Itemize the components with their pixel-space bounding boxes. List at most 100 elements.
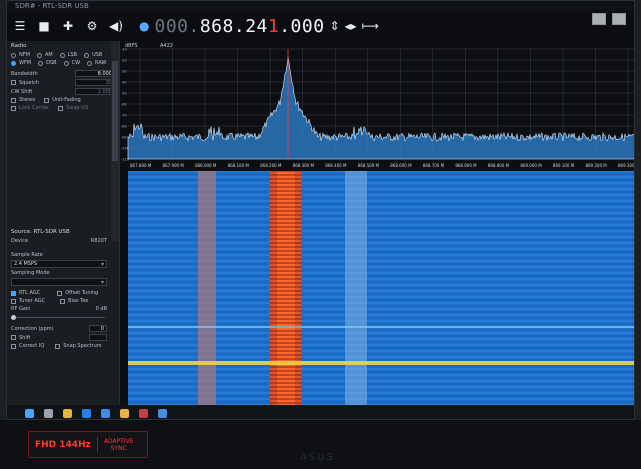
mode-radio-usb[interactable] xyxy=(84,52,90,58)
scrollbar-thumb[interactable] xyxy=(112,61,118,161)
fit-icon[interactable]: ⟼ xyxy=(362,19,379,33)
window-buttons xyxy=(592,13,626,25)
offset-tuning-label: Offset Tuning xyxy=(65,290,99,296)
frequency-value[interactable]: 000.868.241.000 xyxy=(154,16,324,37)
sample-rate-select[interactable]: 2.4 MSPS xyxy=(11,260,107,268)
sample-rate-row: Sample Rate xyxy=(7,251,111,259)
correct-iq-checkbox[interactable] xyxy=(11,343,16,349)
swap-iq-checkbox[interactable] xyxy=(58,105,64,111)
frequency-display[interactable]: ● 000.868.241.000 ⇕ ◂▸ ⟼ xyxy=(139,16,379,37)
cw-shift-input[interactable]: 1.000 xyxy=(75,88,115,95)
device-value: R820T xyxy=(90,238,107,244)
toolbar: ☰ ■ ✚ ⚙ ◀) ● 000.868.241.000 ⇕ ◂▸ ⟼ xyxy=(7,11,634,41)
squelch-input[interactable]: 30 xyxy=(75,79,115,86)
mode-row-2: WFM DSB CW RAW xyxy=(7,59,119,67)
mode-label-wfm: WFM xyxy=(19,60,32,66)
agc-row: RTL AGC Offset Tuning xyxy=(7,289,111,297)
store-icon[interactable] xyxy=(139,408,148,418)
stop-icon[interactable]: ■ xyxy=(37,19,51,33)
unit-fading-checkbox[interactable] xyxy=(44,97,50,103)
rf-gain-knob[interactable] xyxy=(11,315,16,320)
app-icon[interactable] xyxy=(158,408,167,418)
rf-gain-slider[interactable] xyxy=(11,315,107,320)
bias-tee-label: Bias Tee xyxy=(68,298,89,304)
bias-tee-checkbox[interactable] xyxy=(60,298,66,304)
spectrum-x-tick: 869.000 M xyxy=(520,163,542,168)
waterfall-band-left xyxy=(198,171,216,419)
title-bar: SDR# - RTL-SDR USB xyxy=(7,1,634,11)
bandwidth-label: Bandwidth xyxy=(11,70,38,77)
spectrum-x-tick: 868.400 M xyxy=(325,163,347,168)
mode-radio-dsb[interactable] xyxy=(38,60,44,66)
snap-spectrum-checkbox[interactable] xyxy=(55,343,61,349)
spectrum-y-tick: -40 xyxy=(121,81,127,85)
mode-radio-nfm[interactable] xyxy=(11,52,16,58)
mode-radio-am[interactable] xyxy=(36,52,42,58)
swap-iq-label: Swap I/Q xyxy=(66,105,89,111)
correction-row: Correction (ppm) 0 xyxy=(7,324,111,333)
minimize-button[interactable] xyxy=(592,13,606,25)
source-header: Source: RTL-SDR USB xyxy=(11,229,70,235)
settings-icon[interactable]: ⚙ xyxy=(85,19,99,33)
snap-spectrum-label: Snap Spectrum xyxy=(63,343,102,349)
correction-input[interactable]: 0 xyxy=(89,325,107,332)
mode-row-1: NFM AM LSB USB xyxy=(7,51,119,59)
options-row-1: Stereo Unit-Fading xyxy=(7,96,119,104)
search-icon[interactable] xyxy=(44,408,53,418)
spectrum-x-tick: 869.300 M xyxy=(618,163,635,168)
adaptive-label: ADAPTIVE xyxy=(103,437,134,445)
tuner-agc-checkbox[interactable] xyxy=(11,298,16,304)
bandwidth-input[interactable]: 8.000 xyxy=(75,70,115,77)
spectrum-y-tick: -30 xyxy=(121,70,127,74)
add-icon[interactable]: ✚ xyxy=(61,19,75,33)
mode-radio-raw[interactable] xyxy=(87,60,93,66)
correct-iq-label: Correct IQ xyxy=(19,343,45,349)
source-section: Source: RTL-SDR USB Device R820T Sample … xyxy=(7,227,111,350)
fhd-label: FHD 144Hz xyxy=(35,439,91,450)
start-icon[interactable] xyxy=(25,408,34,418)
spectrum-x-tick: 868.500 M xyxy=(358,163,380,168)
menu-icon[interactable]: ☰ xyxy=(13,19,27,33)
rf-gain-value: 0 dB xyxy=(95,306,107,312)
spectrum-x-tick: 868.600 M xyxy=(390,163,412,168)
cw-shift-label: CW Shift xyxy=(11,88,33,95)
volume-icon[interactable]: ◀) xyxy=(109,19,123,33)
spectrum-x-tick: 868.000 M xyxy=(195,163,217,168)
explorer-icon[interactable] xyxy=(82,408,91,418)
rtl-agc-checkbox[interactable] xyxy=(11,290,16,296)
mode-label-nfm: NFM xyxy=(19,52,30,58)
spectrum-x-tick: 867.800 M xyxy=(130,163,152,168)
mode-radio-lsb[interactable] xyxy=(59,52,65,58)
adaptive-sync-label: ADAPTIVE SYNC xyxy=(98,438,140,452)
panel-scrollbar[interactable] xyxy=(111,41,119,241)
chrome-icon[interactable] xyxy=(63,408,72,418)
spectrum-x-tick: 868.200 M xyxy=(260,163,282,168)
squelch-checkbox[interactable] xyxy=(11,80,16,85)
tuner-agc-label: Tuner AGC xyxy=(19,298,46,304)
monitor-screen: SDR# - RTL-SDR USB ☰ ■ ✚ ⚙ ◀) ● 000.868.… xyxy=(6,0,635,420)
spectrum-analyzer[interactable]: dBFS A422 -10-20-30-40-50-60-70-80-90-10… xyxy=(120,41,635,171)
shift-checkbox[interactable] xyxy=(11,335,16,340)
spectrum-y-label: dBFS xyxy=(125,43,138,49)
spectrum-x-tick: 869.200 M xyxy=(585,163,607,168)
folder-icon[interactable] xyxy=(120,408,129,418)
spectrum-x-tick: 869.100 M xyxy=(553,163,575,168)
sample-rate-label: Sample Rate xyxy=(11,252,43,258)
spectrum-y-tick: -20 xyxy=(121,59,127,63)
step-updown-icon[interactable]: ⇕ xyxy=(330,19,340,33)
mode-radio-wfm[interactable] xyxy=(11,60,16,66)
center-icon[interactable]: ◂▸ xyxy=(345,19,357,33)
lock-carrier-checkbox[interactable] xyxy=(11,105,16,111)
waterfall-display[interactable] xyxy=(120,171,635,420)
sampling-mode-select[interactable] xyxy=(11,278,107,286)
vscode-icon[interactable] xyxy=(101,408,110,418)
maximize-button[interactable] xyxy=(612,13,626,25)
mode-radio-cw[interactable] xyxy=(63,60,69,66)
spectrum-y-tick: -50 xyxy=(121,92,127,96)
spectrum-y-tick: -90 xyxy=(121,136,127,140)
offset-tuning-checkbox[interactable] xyxy=(57,290,63,296)
display-badge: FHD 144Hz ADAPTIVE SYNC xyxy=(28,431,148,458)
shift-input[interactable] xyxy=(89,334,107,341)
cw-shift-row: CW Shift 1.000 xyxy=(7,87,119,96)
stereo-checkbox[interactable] xyxy=(11,97,16,103)
